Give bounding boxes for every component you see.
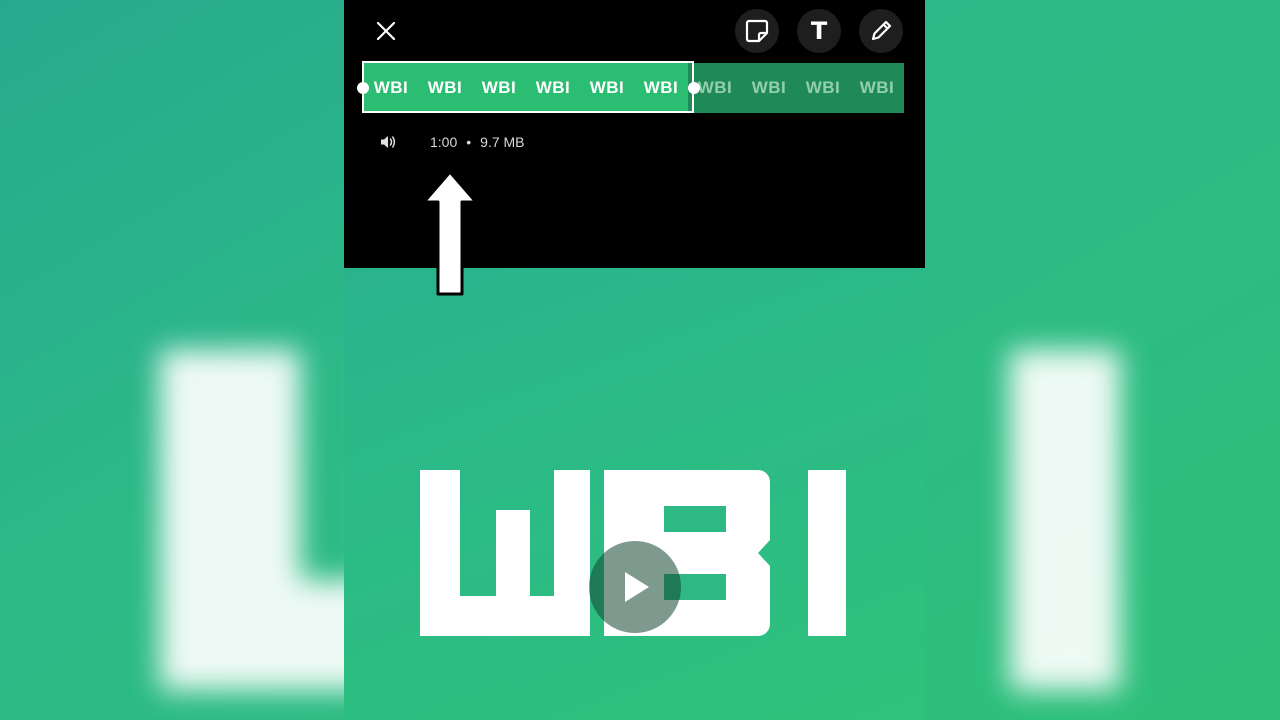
arrow-up-icon — [422, 170, 478, 296]
timeline-frame: WBI — [850, 63, 904, 113]
timeline-frame: WBI — [580, 63, 634, 113]
sticker-icon — [745, 19, 769, 43]
video-size: 9.7 MB — [480, 134, 525, 150]
trim-handle-end[interactable] — [688, 82, 700, 94]
play-icon — [625, 572, 649, 602]
sticker-button[interactable] — [735, 9, 779, 53]
trim-handle-start[interactable] — [357, 82, 369, 94]
trim-timeline[interactable]: WBI WBI WBI WBI WBI WBI WBI WBI WBI WBI — [364, 63, 904, 113]
timeline-frame: WBI — [472, 63, 526, 113]
text-button[interactable]: T — [797, 9, 841, 53]
info-separator: • — [466, 134, 472, 150]
timeline-frame: WBI — [526, 63, 580, 113]
draw-button[interactable] — [859, 9, 903, 53]
screen: T WBI WBI WBI WBI WBI WBI WBI WBI WBI WB… — [0, 0, 1280, 720]
editor-panel: T WBI WBI WBI WBI WBI WBI WBI WBI WBI WB… — [344, 0, 925, 296]
play-button[interactable] — [589, 541, 681, 633]
speaker-icon[interactable] — [378, 132, 398, 152]
video-duration: 1:00 — [430, 134, 458, 150]
video-info-row: 1:00 • 9.7 MB — [378, 131, 525, 153]
timeline-frame: WBI — [796, 63, 850, 113]
timeline-frame: WBI — [418, 63, 472, 113]
timeline-frame: WBI — [742, 63, 796, 113]
video-editor-screen: T WBI WBI WBI WBI WBI WBI WBI WBI WBI WB… — [344, 0, 925, 720]
timeline-frame: WBI — [634, 63, 688, 113]
timeline-frame: WBI — [364, 63, 418, 113]
pencil-icon — [871, 20, 892, 41]
text-tool-label: T — [810, 17, 828, 45]
close-icon — [376, 21, 396, 41]
close-button[interactable] — [364, 9, 408, 53]
